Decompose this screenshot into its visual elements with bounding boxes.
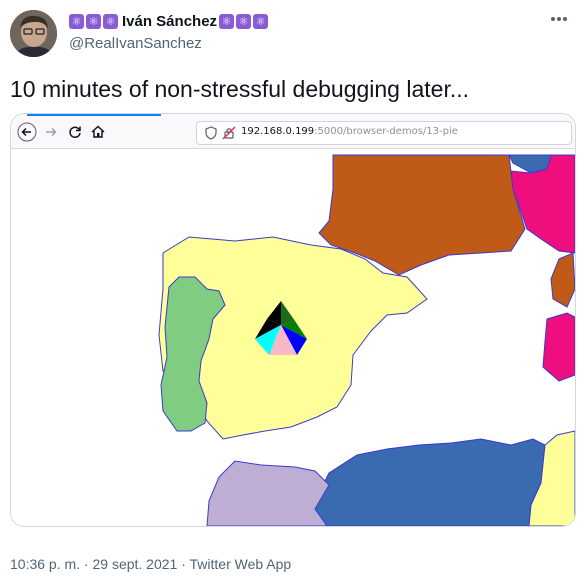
sardinia-polygon <box>542 312 575 382</box>
home-icon <box>91 125 105 138</box>
top-right-magenta-polygon <box>510 154 575 254</box>
tab-indicator <box>27 114 161 116</box>
home-button[interactable] <box>88 122 108 142</box>
forward-button[interactable] <box>41 122 61 142</box>
url-text: 192.168.0.199:5000/browser-demos/13-pie <box>241 126 458 137</box>
tweet-text: 10 minutes of non-stressful debugging la… <box>10 76 470 102</box>
avatar[interactable] <box>10 10 57 57</box>
corsica-polygon <box>550 252 575 308</box>
atom-symbol-icon: ⚛ <box>69 14 84 29</box>
url-bar[interactable]: 192.168.0.199:5000/browser-demos/13-pie <box>196 121 572 145</box>
url-host: 192.168.0.199 <box>241 126 315 137</box>
reload-icon <box>69 126 81 139</box>
atom-symbol-icon: ⚛ <box>253 14 269 29</box>
url-path: :5000/browser-demos/13-pie <box>314 126 458 137</box>
back-arrow-icon <box>17 122 37 142</box>
author-line[interactable]: ⚛ ⚛ ⚛ Iván Sánchez ⚛ ⚛ ⚛ <box>69 13 270 30</box>
atom-symbol-icon: ⚛ <box>219 14 235 29</box>
map-svg <box>158 154 575 526</box>
atom-symbol-icon: ⚛ <box>103 14 118 29</box>
atom-symbol-icon: ⚛ <box>236 14 252 29</box>
tweet-timestamp[interactable]: 10:36 p. m. · 29 sept. 2021 · Twitter We… <box>10 556 291 572</box>
more-options-button[interactable] <box>546 10 572 28</box>
author-handle[interactable]: @RealIvanSanchez <box>69 35 202 52</box>
africa-blue-polygon <box>314 438 546 526</box>
browser-toolbar: 192.168.0.199:5000/browser-demos/13-pie <box>11 114 575 149</box>
more-dots-icon <box>551 17 567 21</box>
tweet-media[interactable]: 192.168.0.199:5000/browser-demos/13-pie <box>10 113 576 527</box>
shield-icon <box>205 126 217 140</box>
atom-symbol-icon: ⚛ <box>86 14 101 29</box>
avatar-image <box>10 10 57 57</box>
insecure-lock-icon <box>222 126 236 140</box>
back-button[interactable] <box>17 122 37 142</box>
map-canvas[interactable] <box>11 149 575 526</box>
reload-button[interactable] <box>65 122 85 142</box>
author-name[interactable]: Iván Sánchez <box>122 13 217 30</box>
forward-arrow-icon <box>46 127 57 137</box>
africa-purple-polygon <box>206 460 330 526</box>
